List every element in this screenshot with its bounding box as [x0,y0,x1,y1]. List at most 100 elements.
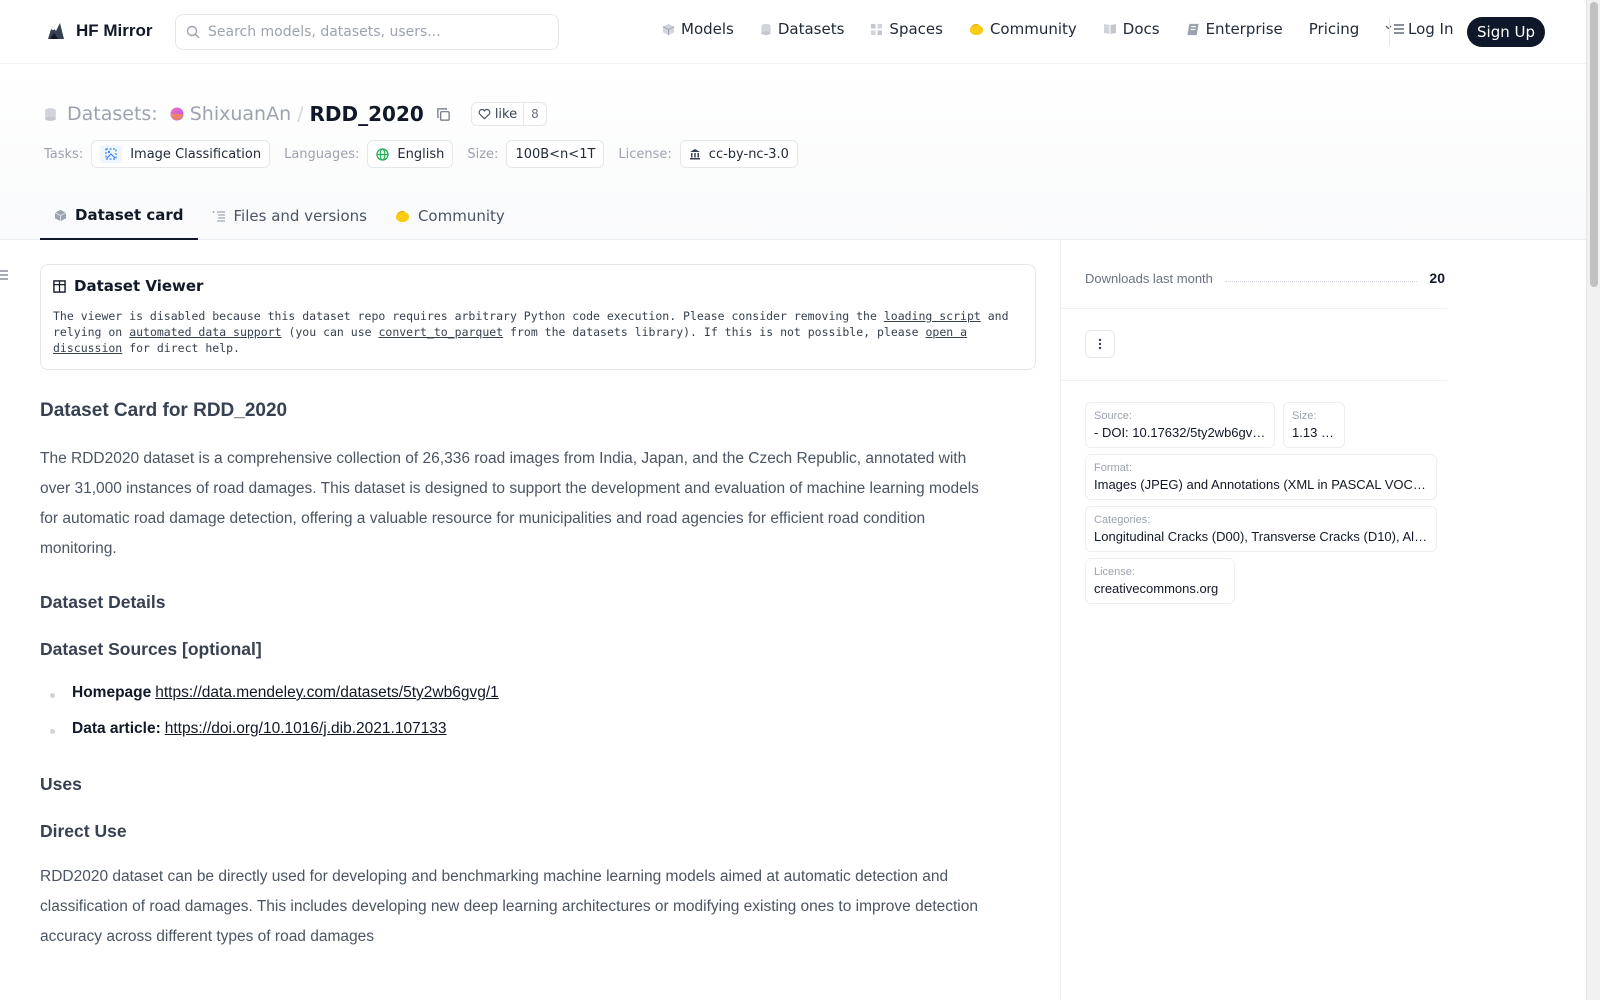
globe-icon [376,147,390,161]
tasks-label: Tasks: [44,146,84,162]
meta-size-value: 1.13 GB [1292,425,1336,440]
meta-license-value: creativecommons.org [1094,581,1219,596]
dataset-viewer-title-label: Dataset Viewer [74,277,204,295]
dataset-viewer-message: The viewer is disabled because this data… [53,308,1025,356]
card-intro: The RDD2020 dataset is a comprehensive c… [40,450,979,557]
language-tag-label: English [397,146,445,162]
viewer-text-3: (you can use [288,325,372,339]
tab-dataset-card[interactable]: Dataset card [40,192,198,240]
signup-button[interactable]: Sign Up [1467,17,1545,47]
repo-sidebar: Downloads last month 20 Source: - DOI: 1… [1060,240,1586,1000]
task-tag-image-classification[interactable]: Image Classification [91,140,271,168]
list-item: Homepage https://data.mendeley.com/datase… [40,684,1000,702]
nav-spaces-label: Spaces [889,20,943,38]
nav-pricing[interactable]: Pricing [1309,20,1360,38]
license-label: License: [618,146,672,162]
dataset-viewer-notice: Dataset Viewer The viewer is disabled be… [40,264,1036,370]
meta-format-value: Images (JPEG) and Annotations (XML in PA… [1094,477,1428,492]
nav-enterprise-label: Enterprise [1205,20,1283,38]
repo-tabs: Dataset card Files and versions Communit… [40,192,519,240]
downloads-value: 20 [1429,270,1445,286]
heart-icon [478,108,491,120]
downloads-label: Downloads last month [1085,270,1213,286]
like-button[interactable]: like 8 [470,102,547,126]
convert-to-parquet-link[interactable]: convert_to_parquet [378,325,503,339]
size-tag[interactable]: 100B<n<1T [506,140,605,168]
nav-models[interactable]: Models [662,20,734,38]
tab-community[interactable]: Community [381,192,519,240]
tab-files-and-versions[interactable]: Files and versions [198,192,381,240]
spaces-grid-icon [871,23,883,35]
meta-categories-value: Longitudinal Cracks (D00), Transverse Cr… [1094,529,1428,544]
community-hand-icon [395,210,410,223]
like-count: 8 [523,103,546,125]
license-tag-label: cc-by-nc-3.0 [708,146,789,162]
like-label: like [494,106,518,122]
license-tag[interactable]: cc-by-nc-3.0 [679,140,798,168]
main-nav: Models Datasets Spaces Community Docs En… [662,20,1431,38]
viewer-text-4: from the datasets library). If this is n… [510,325,919,339]
scrollbar-thumb[interactable] [1590,2,1598,287]
table-icon [53,279,66,293]
owner-avatar-icon[interactable] [170,107,184,121]
downloads-stat: Downloads last month 20 [1085,270,1445,286]
nav-spaces[interactable]: Spaces [870,20,943,38]
brand-logo-link[interactable]: HF Mirror [44,19,153,43]
repo-slash: / [297,103,304,125]
nav-docs-label: Docs [1122,20,1160,38]
size-tag-label: 100B<n<1T [515,146,596,162]
nav-models-label: Models [681,20,734,38]
downloads-dotted-leader [1224,274,1418,282]
search-input[interactable] [208,24,528,40]
repo-name-link[interactable]: RDD_2020 [310,102,424,126]
database-icon [45,107,56,121]
nav-datasets-label: Datasets [777,20,845,38]
meta-categories: Categories: Longitudinal Cracks (D00), T… [1085,506,1437,552]
nav-enterprise[interactable]: Enterprise [1186,20,1283,38]
direct-use-heading: Direct Use [40,821,127,841]
meta-format-key: Format: [1094,462,1132,474]
viewer-text-1: The viewer is disabled because this data… [53,309,877,323]
search-box[interactable] [175,14,559,50]
repo-type-label: Datasets: [67,103,158,125]
meta-categories-key: Categories: [1094,514,1151,526]
repo-owner-link[interactable]: ShixuanAn [190,103,291,125]
nav-datasets[interactable]: Datasets [760,20,845,38]
language-tag-english[interactable]: English [367,140,454,168]
meta-format: Format: Images (JPEG) and Annotations (X… [1085,454,1437,500]
loading-script-link[interactable]: loading script [884,309,981,323]
data-article-label: Data article: [72,720,161,737]
tab-files-and-versions-label: Files and versions [233,207,367,225]
meta-source-value: - DOI: 10.17632/5ty2wb6gvg.1 [1094,425,1266,440]
database-icon [761,23,771,35]
copy-icon[interactable] [436,107,451,122]
nav-community-label: Community [989,20,1077,38]
direct-use-text: RDD2020 dataset can be directly used for… [40,868,978,945]
toc-toggle-icon[interactable] [0,268,10,282]
page-scrollbar[interactable] [1586,0,1600,1000]
book-icon [1103,24,1116,34]
nav-community[interactable]: Community [969,20,1077,38]
dataset-viewer-title: Dataset Viewer [53,277,203,295]
login-link[interactable]: Log In [1408,20,1454,38]
details-heading: Dataset Details [40,592,166,612]
model-cube-icon [662,23,675,35]
hf-mirror-logo-icon [48,23,64,39]
meta-license-key: License: [1094,566,1135,578]
card-title: Dataset Card for RDD_2020 [40,400,288,421]
homepage-link[interactable]: https://data.mendeley.com/datasets/5ty2w… [155,684,499,701]
data-article-link[interactable]: https://doi.org/10.1016/j.dib.2021.10713… [165,720,447,737]
uses-heading: Uses [40,774,82,794]
size-label: Size: [467,146,499,162]
meta-source: Source: - DOI: 10.17632/5ty2wb6gvg.1 [1085,402,1275,448]
sidebar-divider [1061,308,1447,309]
nav-docs[interactable]: Docs [1103,20,1160,38]
community-hand-icon [969,23,984,36]
more-options-button[interactable] [1085,330,1115,358]
meta-size-key: Size: [1292,410,1317,422]
meta-license: License: creativecommons.org [1085,558,1235,604]
task-tag-label: Image Classification [130,146,262,162]
brand-name: HF Mirror [76,21,153,40]
tab-community-label: Community [417,207,505,225]
automated-data-support-link[interactable]: automated data support [129,325,281,339]
